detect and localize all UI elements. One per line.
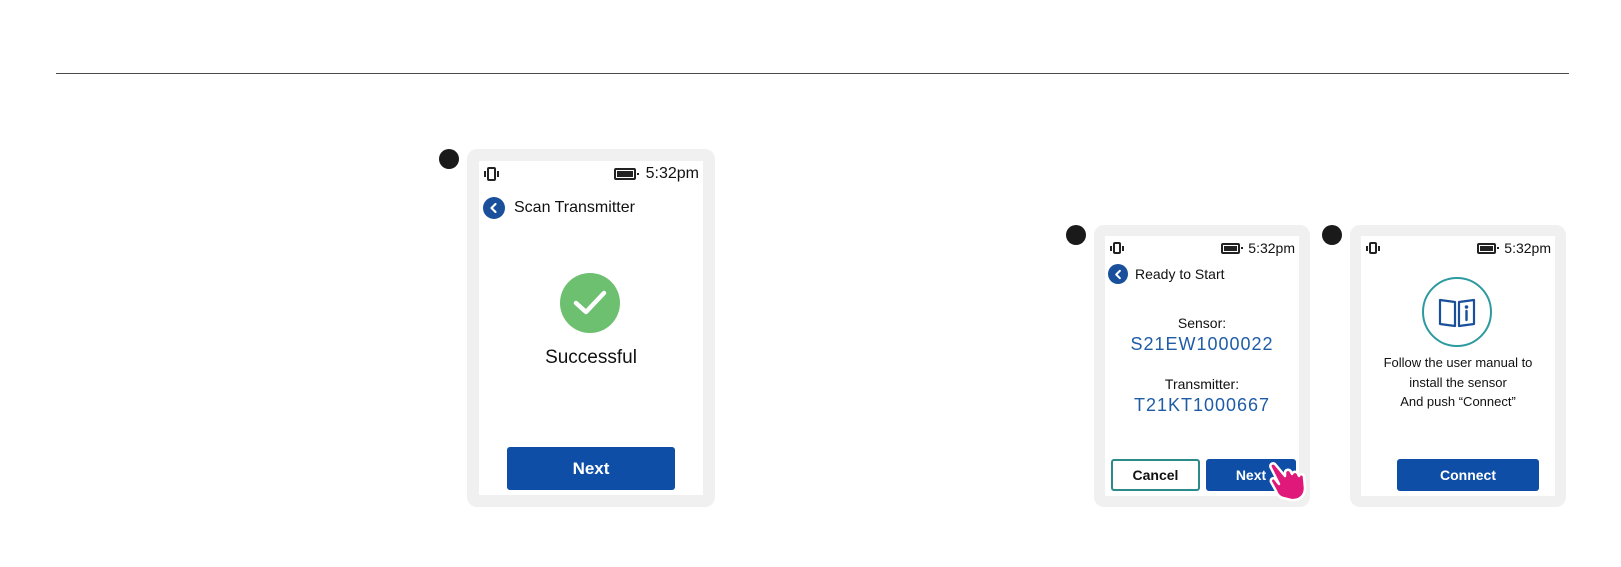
manual-info-icon	[1422, 277, 1492, 347]
connect-button[interactable]: Connect	[1397, 459, 1539, 491]
step-marker-3	[1322, 225, 1342, 245]
next-button[interactable]: Next	[507, 447, 675, 490]
battery-icon	[1477, 242, 1500, 254]
sensor-value: S21EW1000022	[1130, 334, 1274, 354]
title-bar: Scan Transmitter	[483, 197, 635, 219]
device-screen: 5:32pm Scan Transmitter Successful Next	[479, 161, 703, 495]
transmitter-label: Transmitter:	[1164, 376, 1240, 392]
pointing-hand-icon	[1265, 458, 1311, 504]
device-screen: 5:32pm Ready to Start Sensor: S21EW10000…	[1105, 236, 1299, 496]
status-time: 5:32pm	[1504, 240, 1551, 256]
screen-title: Ready to Start	[1135, 266, 1225, 282]
device-scan-transmitter: 5:32pm Scan Transmitter Successful Next	[467, 149, 715, 507]
instruction-line-3: And push “Connect”	[1400, 394, 1516, 409]
device-connect: 5:32pm Follow the user manual to install…	[1350, 225, 1566, 507]
status-bar: 5:32pm	[1361, 236, 1555, 260]
header-divider	[56, 73, 1569, 74]
back-arrow-icon[interactable]	[483, 197, 505, 219]
cancel-button[interactable]: Cancel	[1111, 459, 1200, 491]
step-marker-1	[439, 149, 459, 169]
transmitter-value: T21KT1000667	[1133, 395, 1271, 415]
screen-title: Scan Transmitter	[514, 199, 635, 216]
checkmark-circle-icon	[560, 273, 620, 333]
battery-icon	[1221, 242, 1244, 254]
vibrate-icon	[1365, 242, 1381, 254]
status-bar: 5:32pm	[1105, 236, 1299, 260]
battery-icon	[613, 168, 639, 180]
back-arrow-icon[interactable]	[1108, 264, 1128, 284]
status-time: 5:32pm	[1248, 240, 1295, 256]
instruction-line-2: install the sensor	[1409, 375, 1507, 390]
device-screen: 5:32pm Follow the user manual to install…	[1361, 236, 1555, 496]
vibrate-icon	[483, 167, 500, 181]
vibrate-icon	[1109, 242, 1125, 254]
instruction-line-1: Follow the user manual to	[1383, 355, 1533, 370]
status-bar: 5:32pm	[479, 161, 703, 187]
sensor-label: Sensor:	[1177, 315, 1227, 331]
result-text: Successful	[545, 347, 637, 368]
step-marker-2	[1066, 225, 1086, 245]
status-time: 5:32pm	[645, 165, 699, 182]
title-bar: Ready to Start	[1108, 264, 1225, 284]
